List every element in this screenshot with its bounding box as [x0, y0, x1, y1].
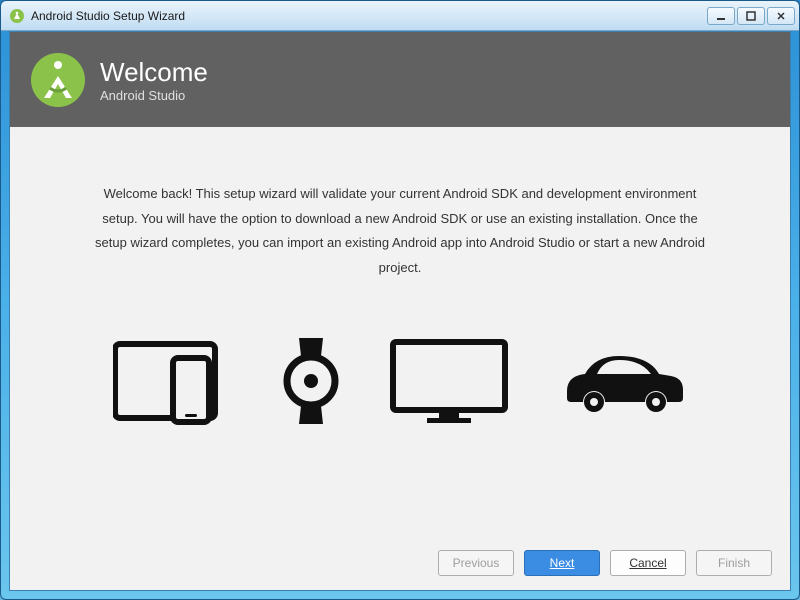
cancel-button[interactable]: Cancel: [610, 550, 686, 576]
android-studio-logo-icon: [30, 52, 86, 108]
next-button[interactable]: Next: [524, 550, 600, 576]
close-button[interactable]: [767, 7, 795, 25]
window-title: Android Studio Setup Wizard: [31, 9, 707, 23]
minimize-button[interactable]: [707, 7, 735, 25]
page-title: Welcome: [100, 57, 208, 88]
app-icon: [9, 8, 25, 24]
maximize-button[interactable]: [737, 7, 765, 25]
welcome-text: Welcome back! This setup wizard will val…: [90, 182, 710, 281]
watch-icon: [281, 336, 341, 426]
footer-buttons: Previous Next Cancel Finish: [10, 540, 790, 590]
window-controls: [707, 7, 795, 25]
content-area: Welcome back! This setup wizard will val…: [10, 127, 790, 540]
tv-icon: [389, 336, 509, 426]
header-titles: Welcome Android Studio: [100, 57, 208, 103]
tablet-phone-icon: [113, 336, 233, 426]
titlebar[interactable]: Android Studio Setup Wizard: [1, 1, 799, 31]
window-frame: Android Studio Setup Wizard: [0, 0, 800, 600]
car-icon: [557, 346, 687, 416]
previous-button: Previous: [438, 550, 514, 576]
finish-button: Finish: [696, 550, 772, 576]
client-area: Welcome Android Studio Welcome back! Thi…: [9, 31, 791, 591]
devices-illustration: [113, 336, 687, 426]
header-band: Welcome Android Studio: [10, 32, 790, 127]
page-subtitle: Android Studio: [100, 88, 208, 103]
